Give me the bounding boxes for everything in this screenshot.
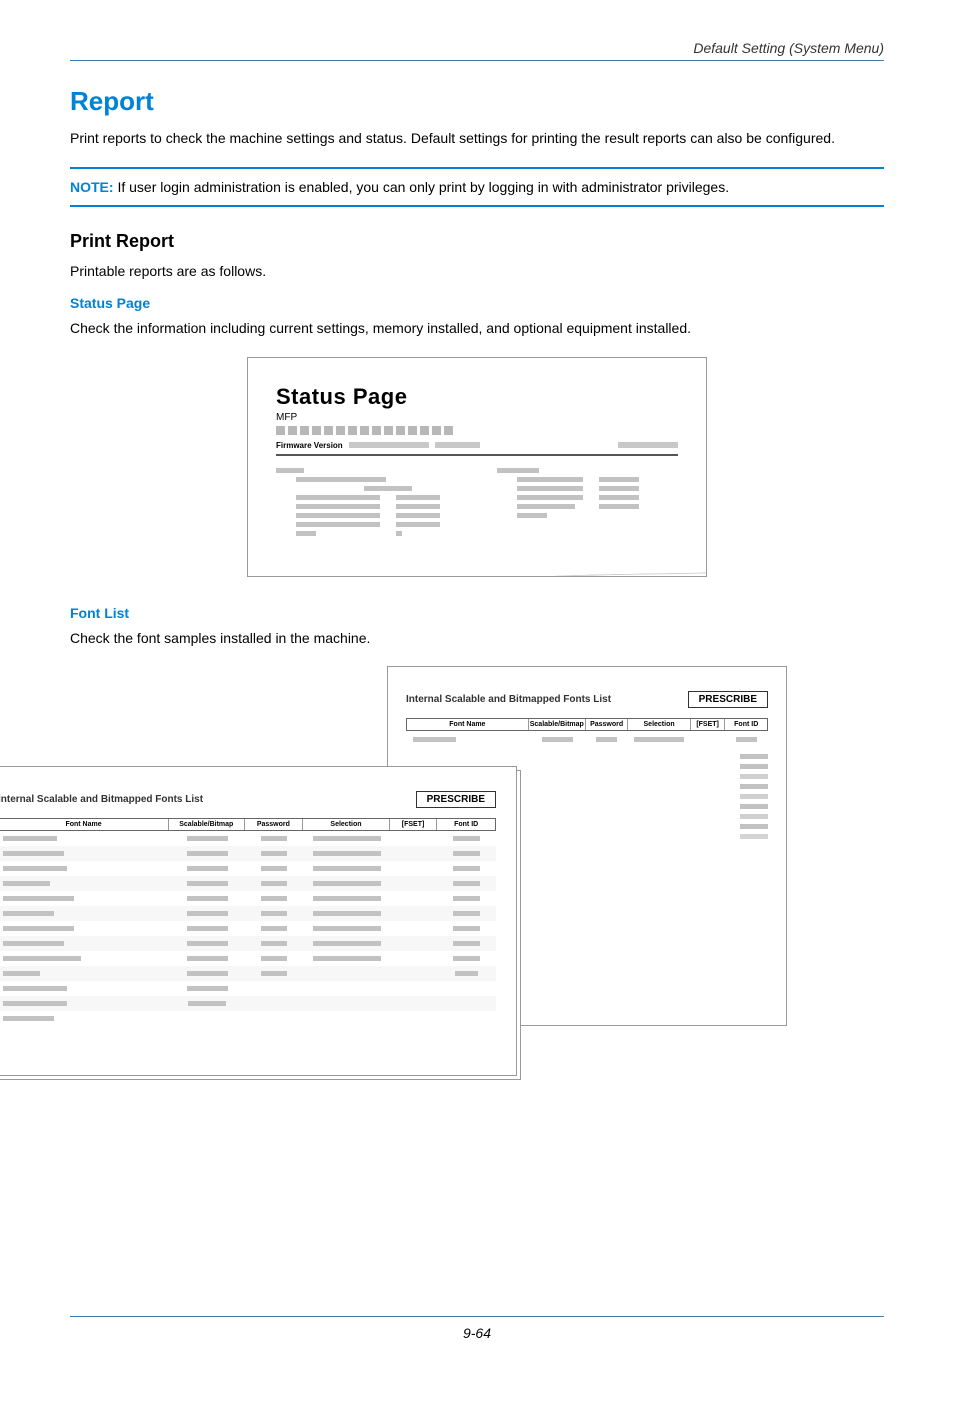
firmware-row: Firmware Version [276,441,678,450]
header-rule: Default Setting (System Menu) [70,40,884,61]
status-page-figure: Status Page MFP Firmware Version [70,357,884,577]
font-figure-title: Internal Scalable and Bitmapped Fonts Li… [406,694,611,705]
table-header-front: Font Name Scalable/Bitmap Password Selec… [0,818,496,831]
font-list-heading: Font List [70,605,884,621]
note-label: NOTE: [70,179,114,195]
page-number: 9-64 [70,1316,884,1341]
header-breadcrumb: Default Setting (System Menu) [70,40,884,56]
status-columns [276,464,678,540]
status-page-desc: Check the information including current … [70,319,884,339]
font-list-desc: Check the font samples installed in the … [70,629,884,649]
font-figure-badge: PRESCRIBE [688,691,768,708]
note-text: If user login administration is enabled,… [114,179,730,195]
font-figure-badge-front: PRESCRIBE [416,791,496,808]
firmware-label: Firmware Version [276,441,343,450]
placeholder-bar [349,442,429,448]
intro-text: Print reports to check the machine setti… [70,129,884,149]
font-page-front: Internal Scalable and Bitmapped Fonts Li… [0,766,517,1076]
font-figure-title-front: Internal Scalable and Bitmapped Fonts Li… [0,794,203,805]
decorative-squares [276,426,678,435]
table-body [0,831,496,1026]
section-title: Report [70,86,884,117]
status-figure-title: Status Page [276,384,678,410]
table-header: Font Name Scalable/Bitmap Password Selec… [406,718,768,731]
placeholder-bar [618,442,678,448]
print-report-heading: Print Report [70,231,884,252]
divider [276,454,678,456]
status-figure-sub: MFP [276,412,678,423]
print-report-intro: Printable reports are as follows. [70,262,884,282]
page-curl-decoration [527,572,707,577]
placeholder-bar [435,442,480,448]
font-list-figure: Internal Scalable and Bitmapped Fonts Li… [70,666,884,1086]
status-page-heading: Status Page [70,295,884,311]
note-block: NOTE: If user login administration is en… [70,167,884,207]
